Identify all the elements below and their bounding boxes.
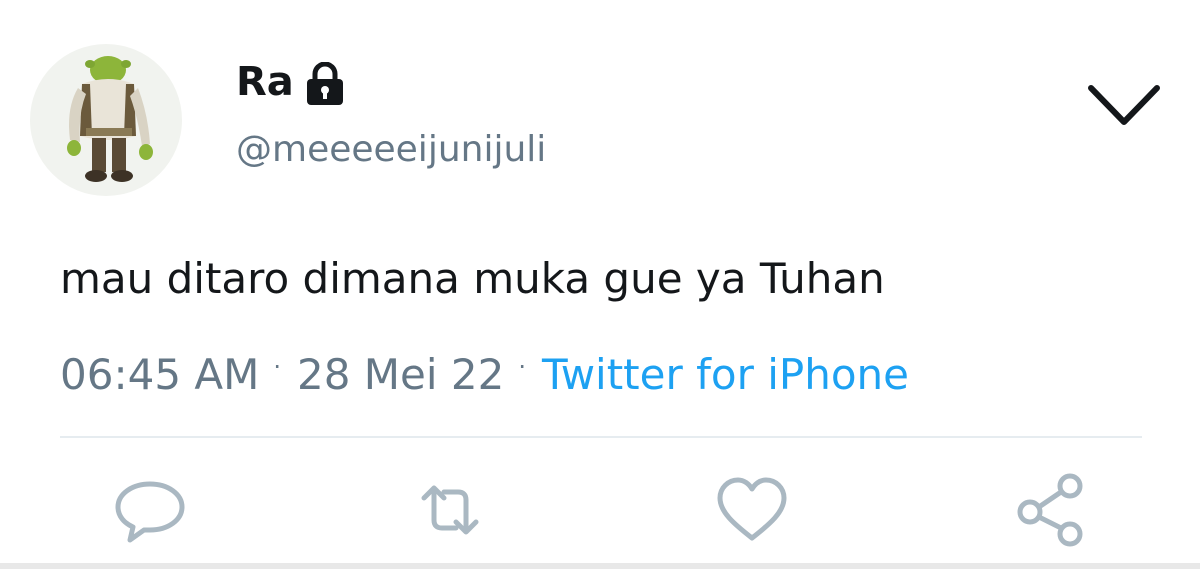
share-button[interactable] xyxy=(1012,470,1092,550)
retweet-icon xyxy=(421,485,479,535)
tweet-text: mau ditaro dimana muka gue ya Tuhan xyxy=(60,254,885,303)
share-icon xyxy=(1017,473,1083,547)
tweet-card: Ra @meeeeeijunijuli mau ditaro dimana mu… xyxy=(0,0,1200,569)
display-name-text: Ra xyxy=(236,59,294,105)
reply-icon xyxy=(115,481,185,543)
display-name[interactable]: Ra xyxy=(236,56,346,108)
tweet-date[interactable]: 28 Mei 22 xyxy=(297,346,504,404)
meta-separator: · xyxy=(273,353,281,381)
like-icon xyxy=(717,477,787,541)
meta-separator: · xyxy=(518,353,526,381)
reply-button[interactable] xyxy=(110,470,190,550)
tweet-metadata: 06:45 AM · 28 Mei 22 · Twitter for iPhon… xyxy=(60,346,909,410)
shrek-avatar xyxy=(67,56,153,182)
retweet-button[interactable] xyxy=(410,470,490,550)
tweet-time[interactable]: 06:45 AM xyxy=(60,346,259,404)
bottom-border xyxy=(0,563,1200,569)
avatar[interactable] xyxy=(30,44,182,196)
divider xyxy=(60,436,1142,438)
tweet-actions-bar xyxy=(0,470,1200,550)
chevron-down-icon[interactable] xyxy=(1085,80,1163,130)
user-handle[interactable]: @meeeeeijunijuli xyxy=(236,126,546,174)
lock-icon xyxy=(304,61,346,106)
like-button[interactable] xyxy=(712,470,792,550)
tweet-source-link[interactable]: Twitter for iPhone xyxy=(542,346,909,404)
